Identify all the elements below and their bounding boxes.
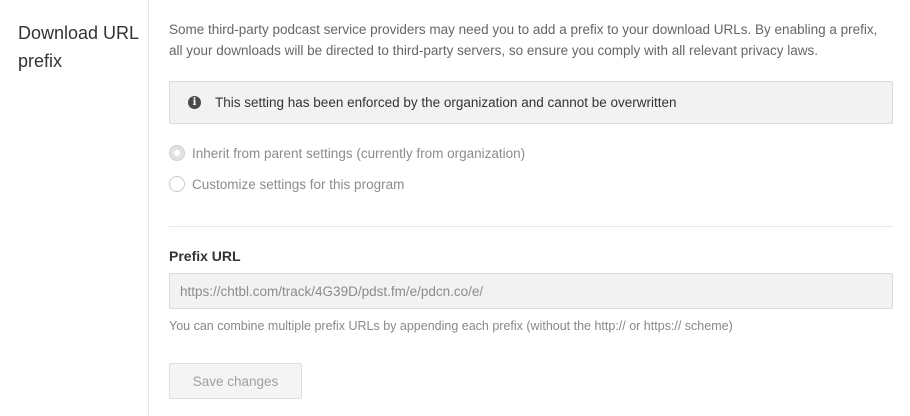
prefix-url-input[interactable] (169, 273, 893, 309)
settings-section-sidebar: Download URL prefix (0, 0, 149, 416)
section-title: Download URL prefix (18, 23, 139, 71)
section-divider (169, 226, 893, 227)
radio-customize[interactable] (169, 176, 185, 192)
info-icon: i (188, 96, 201, 109)
prefix-url-label: Prefix URL (169, 248, 241, 264)
notice-text: This setting has been enforced by the or… (215, 95, 677, 110)
radio-option-inherit[interactable]: Inherit from parent settings (currently … (169, 145, 525, 161)
save-changes-button[interactable]: Save changes (169, 363, 302, 399)
enforced-notice: i This setting has been enforced by the … (169, 81, 893, 124)
radio-customize-label: Customize settings for this program (192, 176, 405, 192)
prefix-url-help: You can combine multiple prefix URLs by … (169, 319, 733, 333)
radio-option-customize[interactable]: Customize settings for this program (169, 176, 404, 192)
section-description: Some third-party podcast service provide… (169, 22, 878, 58)
radio-inherit-label: Inherit from parent settings (currently … (192, 145, 526, 161)
radio-inherit[interactable] (169, 145, 185, 161)
